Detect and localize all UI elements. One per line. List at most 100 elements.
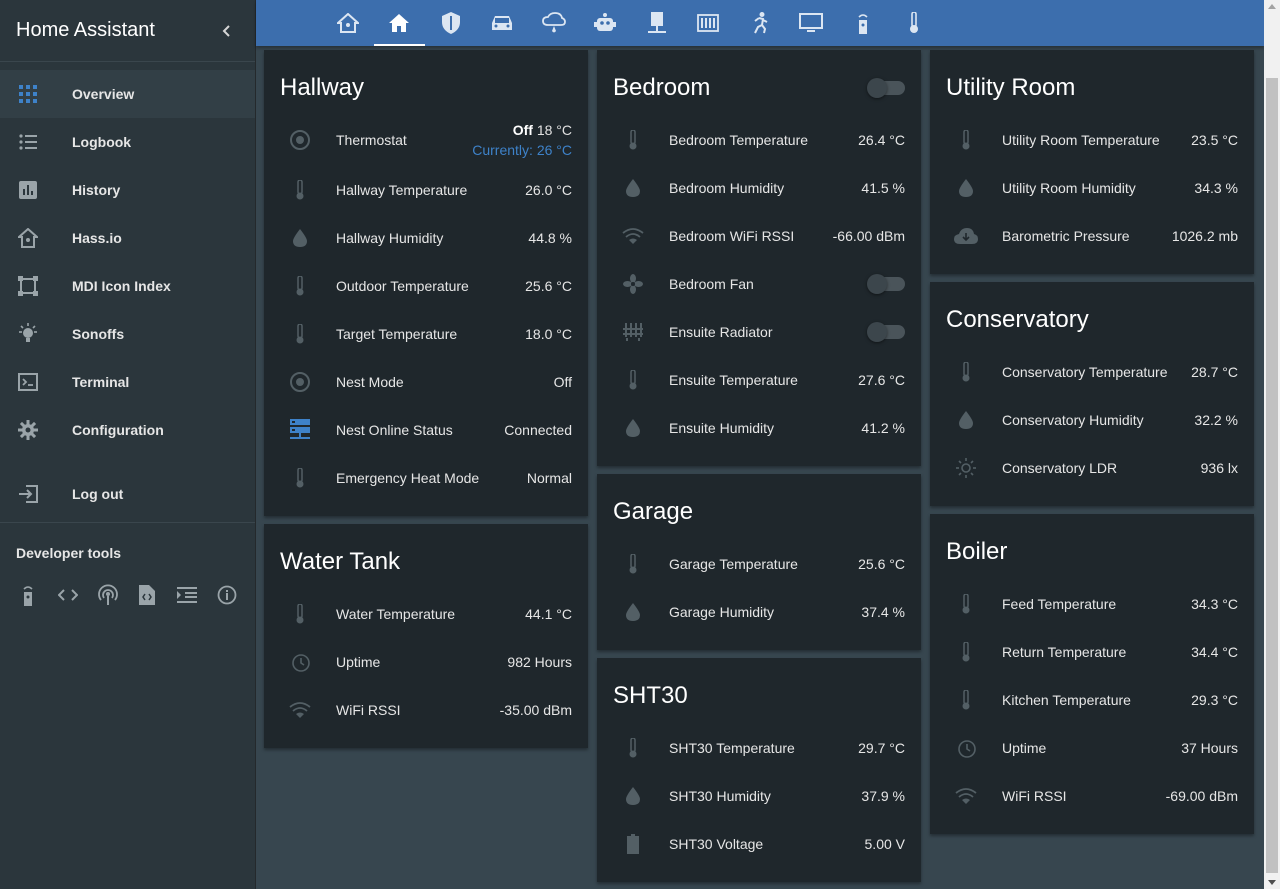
entity-row[interactable]: Nest Online Status Connected (280, 410, 572, 450)
entity-row[interactable]: Hallway Temperature 26.0 °C (280, 170, 572, 210)
water-percent-icon (613, 592, 653, 632)
entity-row[interactable]: Conservatory LDR 936 lx (946, 448, 1238, 488)
entity-row[interactable]: WiFi RSSI -35.00 dBm (280, 690, 572, 730)
entity-row-ensuite-radiator[interactable]: Ensuite Radiator (613, 312, 905, 352)
format-list-bulleted-icon (16, 130, 40, 154)
robot-icon (594, 13, 617, 31)
card-title: Conservatory (946, 306, 1089, 333)
sidebar-item-logbook[interactable]: Logbook (0, 118, 255, 166)
entity-name: Utility Room Humidity (1002, 180, 1136, 196)
tab-security[interactable] (425, 0, 477, 46)
sidebar-item-mdi-icon-index[interactable]: MDI Icon Index (0, 262, 255, 310)
home-icon (389, 14, 410, 32)
entity-row[interactable]: Utility Room Temperature 23.5 °C (946, 120, 1238, 160)
card-utility-room: Utility Room Utility Room Temperature 23… (930, 50, 1254, 274)
collapse-sidebar-button[interactable] (215, 19, 239, 43)
entity-row[interactable]: Hallway Humidity 44.8 % (280, 218, 572, 258)
tab-remote[interactable] (837, 0, 889, 46)
tab-motion[interactable] (734, 0, 786, 46)
remote-icon[interactable] (16, 583, 40, 607)
tab-desk-lamp[interactable] (631, 0, 683, 46)
tab-monitor[interactable] (786, 0, 838, 46)
entity-row[interactable]: Emergency Heat Mode Normal (280, 458, 572, 498)
entity-row[interactable]: Kitchen Temperature 29.3 °C (946, 680, 1238, 720)
entity-row[interactable]: Conservatory Humidity 32.2 % (946, 400, 1238, 440)
entity-row[interactable]: Outdoor Temperature 25.6 °C (280, 266, 572, 306)
entity-row[interactable]: SHT30 Temperature 29.7 °C (613, 728, 905, 768)
developer-tools-title: Developer tools (16, 545, 122, 561)
entity-row[interactable]: Uptime 37 Hours (946, 728, 1238, 768)
thermostat-target: 18 °C (536, 122, 572, 138)
sidebar-item-terminal[interactable]: Terminal (0, 358, 255, 406)
entity-row[interactable]: Utility Room Humidity 34.3 % (946, 168, 1238, 208)
tab-radiator[interactable] (683, 0, 735, 46)
sidebar-item-history[interactable]: History (0, 166, 255, 214)
entity-row[interactable]: Return Temperature 34.4 °C (946, 632, 1238, 672)
thermometer-icon (280, 314, 320, 354)
card-title: Garage (613, 498, 694, 525)
page-scrollbar[interactable] (1264, 0, 1280, 889)
entity-name: Barometric Pressure (1002, 228, 1130, 244)
bedroom-fan-toggle[interactable] (867, 274, 905, 294)
entity-row[interactable]: Bedroom Temperature 26.4 °C (613, 120, 905, 160)
tab-weather[interactable] (528, 0, 580, 46)
entity-row[interactable]: Target Temperature 18.0 °C (280, 314, 572, 354)
wifi-icon (613, 216, 653, 256)
ensuite-radiator-toggle[interactable] (867, 322, 905, 342)
entity-name: Garage Temperature (669, 556, 798, 572)
bedroom-group-toggle[interactable] (867, 78, 905, 98)
entity-row[interactable]: Water Temperature 44.1 °C (280, 594, 572, 634)
sidebar: Home Assistant Overview Logbook History … (0, 0, 256, 889)
entity-name: Kitchen Temperature (1002, 692, 1131, 708)
scrollbar-thumb[interactable] (1266, 78, 1278, 873)
file-code-icon[interactable] (135, 583, 159, 607)
entity-row[interactable]: Bedroom WiFi RSSI -66.00 dBm (613, 216, 905, 256)
sidebar-item-configuration[interactable]: Configuration (0, 406, 255, 454)
entity-row[interactable]: Uptime 982 Hours (280, 642, 572, 682)
code-tags-icon[interactable] (56, 583, 80, 607)
thermometer-icon (613, 728, 653, 768)
tab-car[interactable] (477, 0, 529, 46)
sidebar-item-hassio[interactable]: Hass.io (0, 214, 255, 262)
sidebar-header: Home Assistant (0, 0, 255, 62)
entity-row-bedroom-fan[interactable]: Bedroom Fan (613, 264, 905, 304)
tab-home-assistant[interactable] (322, 0, 374, 46)
sidebar-item-logout[interactable]: Log out (0, 470, 255, 518)
entity-row[interactable]: Garage Temperature 25.6 °C (613, 544, 905, 584)
entity-row[interactable]: Nest Mode Off (280, 362, 572, 402)
entity-name: WiFi RSSI (1002, 788, 1067, 804)
entity-name: SHT30 Humidity (669, 788, 771, 804)
sidebar-item-sonoffs[interactable]: Sonoffs (0, 310, 255, 358)
podcast-icon[interactable] (96, 583, 120, 607)
scroll-up-icon[interactable] (1268, 4, 1276, 9)
card-hallway: Hallway Thermostat Off 18 °C Currently: … (264, 50, 588, 516)
entity-row[interactable]: Barometric Pressure 1026.2 mb (946, 216, 1238, 256)
entity-name: Bedroom Humidity (669, 180, 785, 196)
wifi-icon (946, 776, 986, 816)
timer-icon (946, 728, 986, 768)
sidebar-item-label: History (72, 182, 121, 198)
entity-value: 936 lx (1200, 460, 1238, 476)
tab-thermometer[interactable] (889, 0, 941, 46)
entity-row[interactable]: Garage Humidity 37.4 % (613, 592, 905, 632)
home-assistant-icon (16, 226, 40, 250)
format-indent-icon[interactable] (175, 583, 199, 607)
info-icon[interactable] (215, 583, 239, 607)
entity-row[interactable]: SHT30 Humidity 37.9 % (613, 776, 905, 816)
entity-row[interactable]: Feed Temperature 34.3 °C (946, 584, 1238, 624)
entity-row[interactable]: Bedroom Humidity 41.5 % (613, 168, 905, 208)
entity-row[interactable]: Ensuite Humidity 41.2 % (613, 408, 905, 448)
entity-value: 37 Hours (1181, 740, 1238, 756)
entity-row-thermostat[interactable]: Thermostat Off 18 °C Currently: 26 °C (280, 120, 572, 160)
tab-robot[interactable] (580, 0, 632, 46)
entity-row[interactable]: Ensuite Temperature 27.6 °C (613, 360, 905, 400)
logout-label: Log out (72, 486, 124, 502)
scroll-down-icon[interactable] (1268, 880, 1276, 885)
sidebar-item-overview[interactable]: Overview (0, 70, 255, 118)
entity-row[interactable]: WiFi RSSI -69.00 dBm (946, 776, 1238, 816)
tab-home[interactable] (373, 0, 426, 46)
entity-name: Ensuite Humidity (669, 420, 775, 436)
entity-row[interactable]: Conservatory Temperature 28.7 °C (946, 352, 1238, 392)
thermometer-icon (946, 584, 986, 624)
entity-row[interactable]: SHT30 Voltage 5.00 V (613, 824, 905, 864)
